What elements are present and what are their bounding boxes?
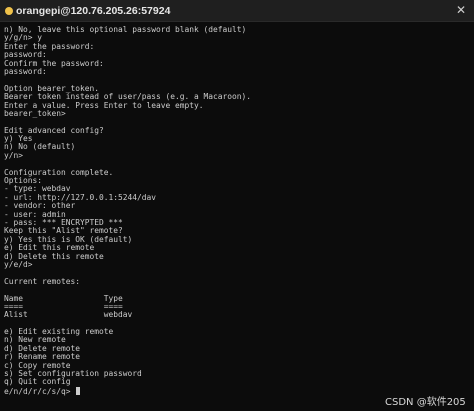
terminal-line: Confirm the password: xyxy=(4,58,104,68)
window-title: orangepi@120.76.205.26:57924 xyxy=(16,5,171,17)
terminal-line: n) No (default) xyxy=(4,142,76,152)
terminal-line: n) No, leave this optional password blan… xyxy=(4,26,247,34)
terminal-window: orangepi@120.76.205.26:57924 ✕ n) No, le… xyxy=(0,0,474,411)
terminal-output[interactable]: n) No, leave this optional password blan… xyxy=(4,26,466,406)
close-icon[interactable]: ✕ xyxy=(456,3,466,17)
watermark: CSDN @软件205 xyxy=(385,397,466,408)
terminal-line: Enter a value. Press Enter to leave empt… xyxy=(4,100,204,110)
terminal-line: Alist webdav xyxy=(4,310,133,320)
terminal-line: Edit advanced config? xyxy=(4,125,104,135)
text-cursor xyxy=(76,386,81,395)
terminal-line: Enter the password: xyxy=(4,41,95,51)
terminal-line: d) Delete this remote xyxy=(4,251,104,261)
terminal-line: bearer_token> xyxy=(4,108,66,118)
terminal-line: y/n> xyxy=(4,150,24,160)
terminal-line: - vendor: other xyxy=(4,201,76,211)
terminal-line: r) Rename remote xyxy=(4,352,81,362)
terminal-line: Configuration complete. xyxy=(4,167,114,177)
terminal-scrollbar[interactable] xyxy=(468,24,473,408)
terminal-line: password: xyxy=(4,66,47,76)
terminal-line: s) Set configuration password xyxy=(4,369,142,379)
window-title-bar: orangepi@120.76.205.26:57924 ✕ xyxy=(0,0,474,22)
connection-status-icon xyxy=(5,7,13,15)
terminal-line: Current remotes: xyxy=(4,276,81,286)
terminal-line: Options: xyxy=(4,176,43,186)
terminal-line: e) Edit existing remote xyxy=(4,327,114,337)
terminal-line: y/e/d> xyxy=(4,259,33,269)
terminal-line: q) Quit config xyxy=(4,377,71,387)
